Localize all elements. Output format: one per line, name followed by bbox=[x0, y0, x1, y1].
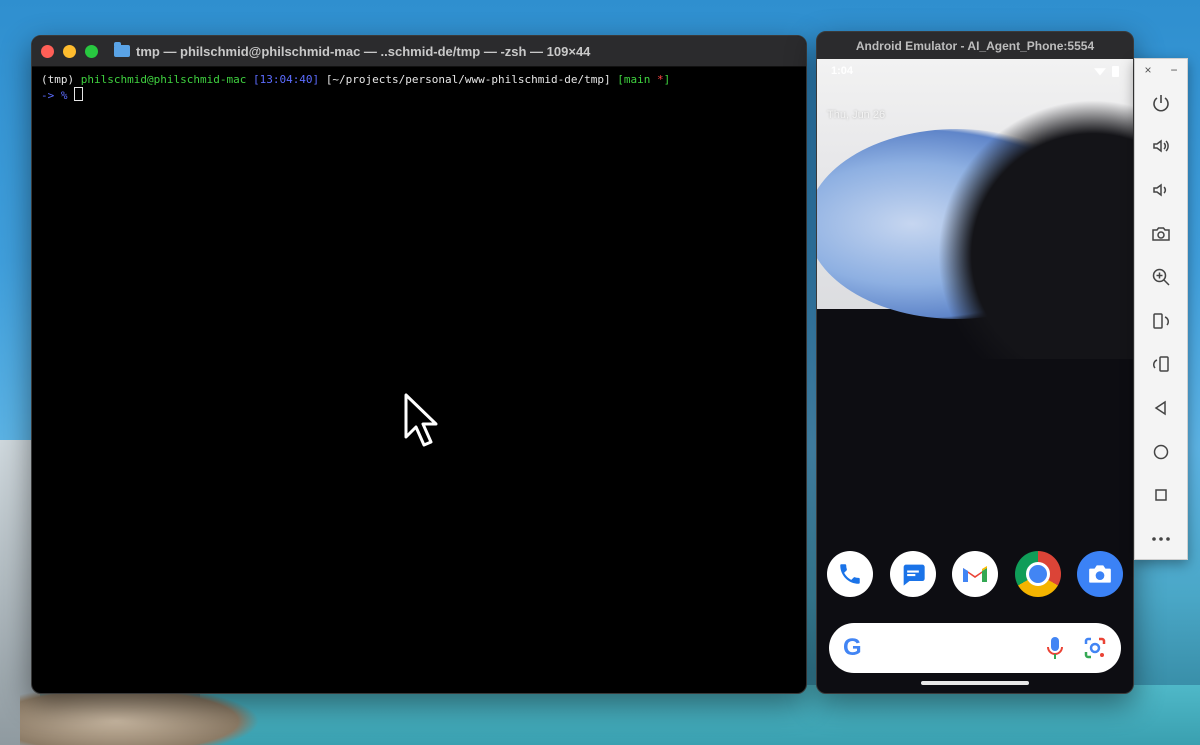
volume-down-button[interactable] bbox=[1135, 168, 1187, 212]
zoom-button[interactable] bbox=[1135, 255, 1187, 299]
emulator-toolbar: × − bbox=[1134, 58, 1188, 560]
home-date[interactable]: Thu, Jun 26 bbox=[827, 109, 885, 121]
gmail-app-icon[interactable] bbox=[952, 551, 998, 597]
rotate-left-icon bbox=[1153, 313, 1169, 329]
toolbar-window-controls: × − bbox=[1135, 59, 1187, 81]
power-button[interactable] bbox=[1135, 81, 1187, 125]
volume-up-icon bbox=[1153, 139, 1169, 153]
rotate-left-button[interactable] bbox=[1135, 299, 1187, 343]
volume-down-icon bbox=[1153, 183, 1167, 197]
window-controls bbox=[41, 44, 98, 58]
minimize-window-button[interactable] bbox=[63, 44, 76, 58]
mouse-pointer-icon bbox=[404, 393, 438, 447]
folder-icon bbox=[114, 42, 130, 57]
overview-button[interactable] bbox=[1135, 473, 1187, 517]
home-button[interactable] bbox=[1135, 430, 1187, 474]
more-icon bbox=[1152, 536, 1170, 541]
terminal-titlebar[interactable]: tmp — philschmid@philschmid-mac — ..schm… bbox=[32, 36, 806, 67]
google-lens-icon[interactable] bbox=[1083, 636, 1107, 660]
toolbar-close-button[interactable]: × bbox=[1144, 63, 1151, 77]
prompt-user-host: philschmid@philschmid-mac bbox=[80, 73, 247, 86]
screenshot-button[interactable] bbox=[1135, 212, 1187, 256]
volume-up-button[interactable] bbox=[1135, 125, 1187, 169]
emulator-titlebar[interactable]: Android Emulator - AI_Agent_Phone:5554 bbox=[817, 32, 1133, 59]
google-search-bar[interactable]: G bbox=[829, 623, 1121, 673]
microphone-icon[interactable] bbox=[1047, 636, 1063, 660]
chrome-app-icon[interactable] bbox=[1014, 551, 1061, 597]
close-window-button[interactable] bbox=[41, 44, 54, 58]
search-bar-actions bbox=[1047, 636, 1107, 660]
camera-app-icon[interactable] bbox=[1077, 551, 1123, 597]
camera-icon bbox=[1152, 226, 1170, 241]
wifi-icon bbox=[1094, 68, 1106, 76]
prompt-env: (tmp) bbox=[41, 73, 75, 86]
power-icon bbox=[1153, 94, 1169, 112]
messages-app-icon[interactable] bbox=[889, 551, 936, 597]
zoom-window-button[interactable] bbox=[85, 44, 98, 58]
overview-icon bbox=[1155, 489, 1167, 501]
rotate-right-button[interactable] bbox=[1135, 343, 1187, 387]
phone-app-icon[interactable] bbox=[827, 551, 873, 597]
prompt-time: [13:04:40] bbox=[252, 73, 320, 86]
desktop-wallpaper-water bbox=[200, 685, 1200, 745]
google-logo: G bbox=[843, 634, 862, 661]
terminal-title: tmp — philschmid@philschmid-mac — ..schm… bbox=[136, 43, 591, 59]
prompt-path: [~/projects/personal/www-philschmid-de/t… bbox=[325, 73, 611, 86]
prompt-branch-close: ] bbox=[663, 73, 671, 86]
chrome-icon bbox=[1025, 562, 1050, 586]
battery-icon bbox=[1112, 65, 1119, 77]
text-cursor[interactable] bbox=[74, 87, 84, 101]
status-icons bbox=[1094, 65, 1119, 77]
terminal-content[interactable]: (tmp) philschmid@philschmid-mac [13:04:4… bbox=[32, 67, 806, 108]
terminal-title-wrap: tmp — philschmid@philschmid-mac — ..schm… bbox=[114, 42, 591, 59]
camera-icon bbox=[1089, 565, 1111, 583]
prompt-dirty: * bbox=[656, 73, 664, 86]
rotate-right-icon bbox=[1153, 356, 1169, 373]
toolbar-minimize-button[interactable]: − bbox=[1170, 63, 1177, 77]
zoom-icon bbox=[1152, 268, 1170, 286]
gesture-home-bar[interactable] bbox=[921, 681, 1029, 685]
status-bar: 1:04 bbox=[831, 65, 1119, 77]
home-icon bbox=[1153, 444, 1169, 459]
terminal-window[interactable]: tmp — philschmid@philschmid-mac — ..schm… bbox=[31, 35, 807, 694]
prompt-branch: [main bbox=[617, 73, 651, 86]
back-button[interactable] bbox=[1135, 386, 1187, 430]
more-button[interactable] bbox=[1135, 517, 1187, 561]
gmail-icon bbox=[963, 566, 987, 582]
status-time: 1:04 bbox=[831, 65, 854, 77]
messages-icon bbox=[903, 564, 925, 586]
phone-icon bbox=[840, 564, 860, 584]
wallpaper-dark-shape bbox=[937, 99, 1133, 359]
prompt-symbol: % bbox=[60, 89, 68, 102]
app-dock bbox=[827, 551, 1123, 597]
desktop-wallpaper-rock bbox=[20, 685, 260, 745]
phone-screen[interactable]: 1:04 Thu, Jun 26 G bbox=[817, 59, 1133, 693]
back-icon bbox=[1154, 400, 1166, 416]
prompt-arrow: -> bbox=[41, 89, 55, 102]
android-emulator-window[interactable]: Android Emulator - AI_Agent_Phone:5554 1… bbox=[816, 31, 1134, 694]
